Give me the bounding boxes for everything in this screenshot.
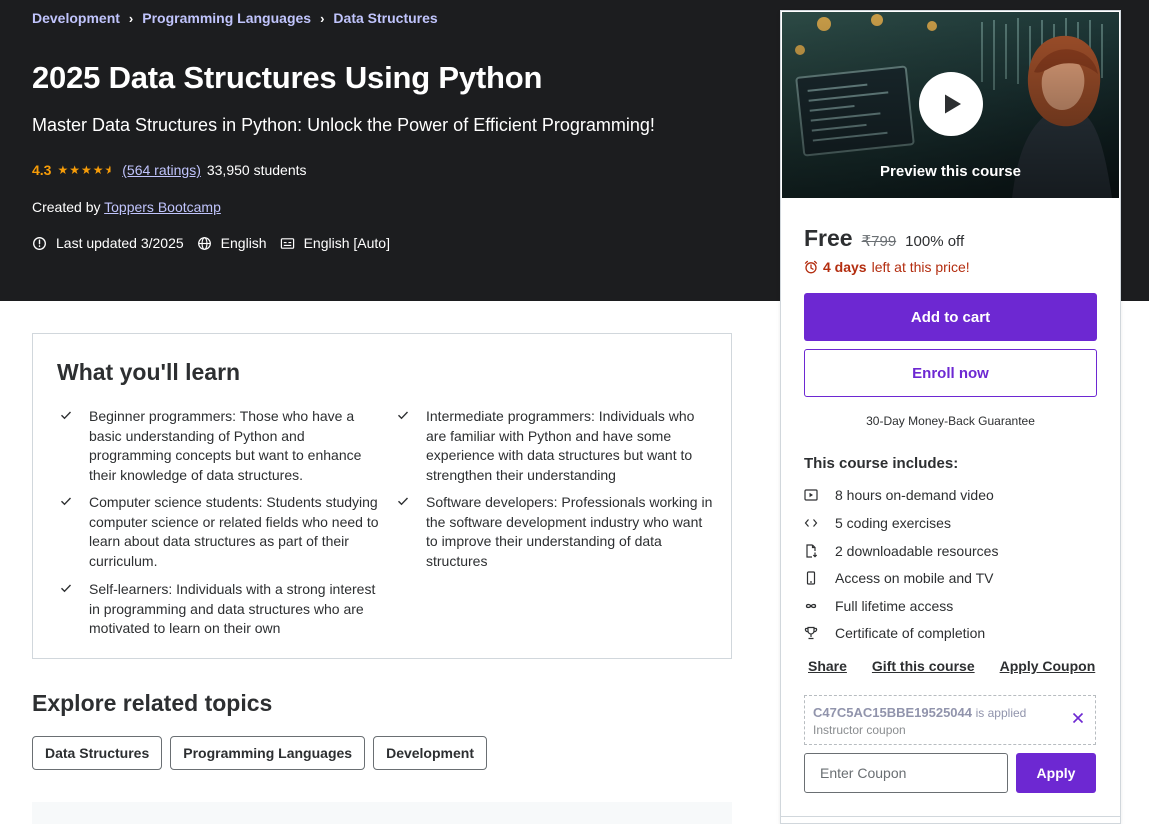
- related-topics-heading: Explore related topics: [32, 690, 273, 716]
- coupon-type: Instructor coupon: [813, 723, 906, 737]
- learn-item: Beginner programmers: Those who have a b…: [61, 407, 379, 485]
- rating-value: 4.3: [32, 162, 52, 178]
- check-icon: [61, 584, 72, 593]
- file-download-icon: [806, 544, 818, 558]
- trophy-icon: [804, 626, 818, 640]
- check-icon: [61, 411, 72, 420]
- breadcrumb: Development › Programming Languages › Da…: [32, 10, 438, 26]
- course-subtitle: Master Data Structures in Python: Unlock…: [32, 115, 655, 135]
- check-icon: [61, 497, 72, 506]
- breadcrumb-separator: ›: [128, 10, 134, 26]
- created-by: Created by Toppers Bootcamp: [32, 199, 221, 215]
- breadcrumb-item-programming-languages[interactable]: Programming Languages: [142, 10, 311, 26]
- price-row: Free ₹799 100% off: [804, 225, 964, 252]
- breadcrumb-separator: ›: [320, 10, 325, 26]
- students-count: 33,950 students: [206, 162, 307, 178]
- price-timer: 4 days left at this price!: [804, 259, 970, 275]
- coupon-code-line: C47C5AC15BBE19525044 is applied: [813, 705, 1026, 720]
- learn-item-text: Computer science students: Students stud…: [89, 494, 379, 569]
- infinity-icon: [805, 603, 817, 609]
- play-icon: [945, 94, 961, 114]
- video-icon: [804, 489, 818, 501]
- learn-item: Intermediate programmers: Individuals wh…: [398, 407, 716, 485]
- check-icon: [398, 411, 409, 420]
- code-icon: [804, 519, 818, 527]
- original-price: ₹799: [861, 233, 897, 250]
- learn-item-text: Self-learners: Individuals with a strong…: [89, 581, 376, 636]
- card-actions: Share Gift this course Apply Coupon: [808, 658, 1095, 674]
- include-item: Certificate of completion: [804, 625, 985, 641]
- play-button[interactable]: [919, 72, 983, 136]
- learn-heading: What you'll learn: [57, 359, 241, 385]
- purchase-sidebar-card: Preview this course Free ₹799 100% off 4…: [780, 10, 1121, 824]
- instructor-link[interactable]: Toppers Bootcamp: [104, 199, 221, 215]
- course-title: 2025 Data Structures Using Python: [32, 60, 543, 95]
- breadcrumb-item-data-structures[interactable]: Data Structures: [333, 10, 437, 26]
- includes-heading: This course includes:: [804, 455, 959, 472]
- rating-row: 4.3 ★★★★★ (564 ratings) 33,950 students: [32, 162, 307, 178]
- include-item: 2 downloadable resources: [804, 543, 998, 559]
- apply-coupon-button[interactable]: Apply: [1016, 753, 1096, 793]
- share-button[interactable]: Share: [808, 658, 847, 674]
- close-icon[interactable]: [1070, 710, 1086, 726]
- learn-item-text: Intermediate programmers: Individuals wh…: [426, 408, 695, 483]
- card-divider: [781, 816, 1120, 817]
- check-icon: [398, 497, 409, 506]
- discount-percent: 100% off: [905, 233, 965, 250]
- preview-label: Preview this course: [880, 163, 1021, 180]
- learn-item-text: Beginner programmers: Those who have a b…: [89, 408, 362, 483]
- ratings-count-link[interactable]: (564 ratings): [122, 162, 201, 178]
- current-price: Free: [804, 225, 853, 251]
- learn-item: Software developers: Professionals worki…: [398, 493, 716, 571]
- course-preview-video[interactable]: Preview this course: [782, 12, 1119, 198]
- include-item: 5 coding exercises: [804, 515, 951, 531]
- next-section-panel: [32, 802, 732, 824]
- timer-days: 4 days: [823, 259, 867, 275]
- coupon-applied-text: is applied: [975, 706, 1027, 720]
- course-meta: Last updated 3/2025 English English [Aut…: [32, 235, 390, 251]
- include-item-text: Access on mobile and TV: [835, 570, 994, 586]
- enroll-now-button[interactable]: Enroll now: [804, 349, 1097, 397]
- include-item-text: Certificate of completion: [835, 625, 986, 641]
- globe-icon: [197, 236, 211, 250]
- topic-chip-programming-languages[interactable]: Programming Languages: [170, 736, 366, 770]
- money-back-guarantee: 30-Day Money-Back Guarantee: [866, 414, 1035, 428]
- apply-coupon-link[interactable]: Apply Coupon: [1000, 658, 1096, 674]
- timer-text: left at this price!: [871, 259, 970, 275]
- closed-captions-icon: [280, 237, 294, 249]
- include-item: Access on mobile and TV: [804, 570, 994, 586]
- mobile-icon: [806, 571, 816, 585]
- related-topics-list: Data Structures Programming Languages De…: [32, 736, 487, 770]
- topic-chip-data-structures[interactable]: Data Structures: [32, 736, 163, 770]
- alarm-clock-icon: [804, 260, 818, 274]
- alert-clock-icon: [33, 236, 46, 250]
- gift-course-button[interactable]: Gift this course: [872, 658, 975, 674]
- coupon-input[interactable]: [804, 753, 1008, 793]
- include-item-text: 2 downloadable resources: [835, 543, 999, 559]
- add-to-cart-button[interactable]: Add to cart: [804, 293, 1097, 341]
- last-updated: Last updated 3/2025: [56, 235, 184, 251]
- learn-item-text: Software developers: Professionals worki…: [426, 494, 713, 569]
- created-by-label: Created by: [32, 199, 101, 215]
- applied-coupon: C47C5AC15BBE19525044 is applied Instruct…: [804, 695, 1096, 745]
- course-captions: English [Auto]: [303, 235, 390, 251]
- star-rating-icon: ★★★★★: [57, 163, 117, 177]
- coupon-code: C47C5AC15BBE19525044: [813, 705, 972, 720]
- topic-chip-development[interactable]: Development: [373, 736, 487, 770]
- learn-item: Computer science students: Students stud…: [61, 493, 379, 571]
- include-item-text: 5 coding exercises: [835, 515, 951, 531]
- breadcrumb-item-development[interactable]: Development: [32, 10, 120, 26]
- what-you-will-learn-box: What you'll learn Beginner programmers: …: [32, 333, 732, 659]
- include-item: 8 hours on-demand video: [804, 487, 994, 503]
- learn-item: Self-learners: Individuals with a strong…: [61, 580, 379, 639]
- include-item-text: 8 hours on-demand video: [835, 487, 994, 503]
- include-item: Full lifetime access: [804, 598, 953, 614]
- course-language: English: [220, 235, 267, 251]
- include-item-text: Full lifetime access: [835, 598, 954, 614]
